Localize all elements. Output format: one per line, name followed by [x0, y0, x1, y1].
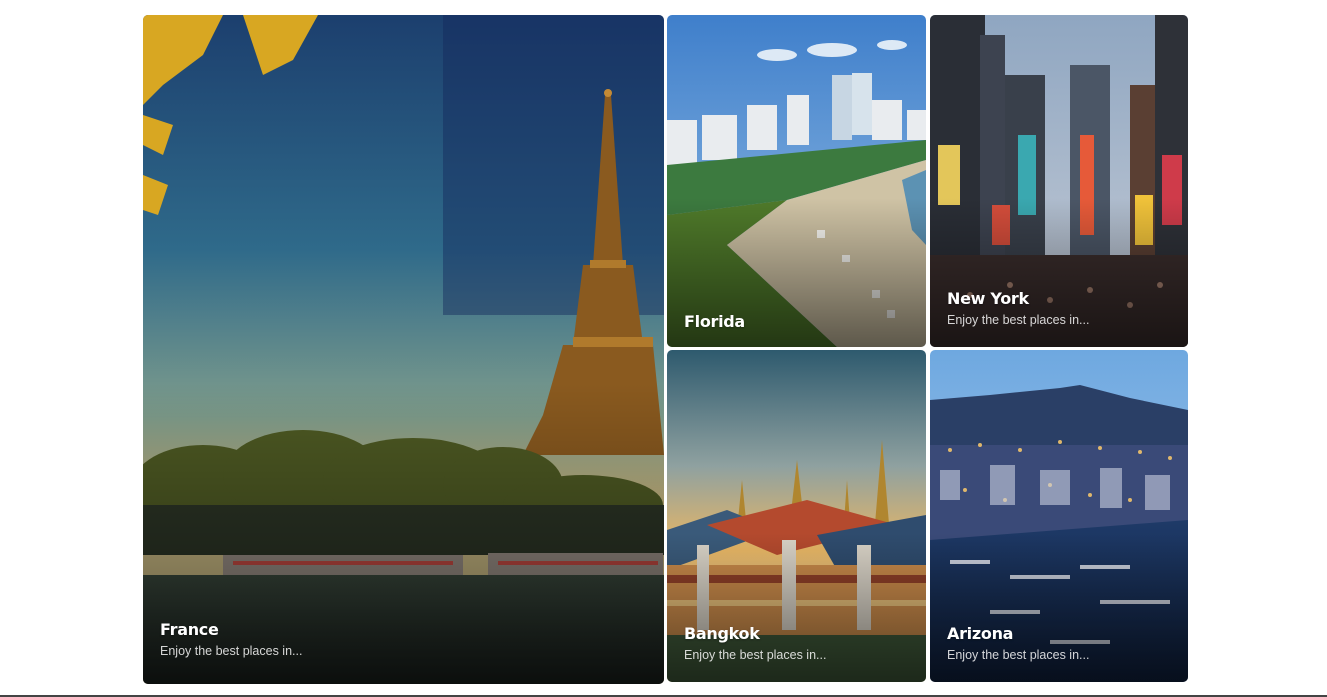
destination-title: Florida [684, 312, 745, 331]
destination-title: Bangkok [684, 624, 760, 643]
destination-card-florida[interactable]: Florida [667, 15, 926, 347]
card-caption: Bangkok Enjoy the best places in... [684, 624, 914, 662]
destination-subtitle: Enjoy the best places in... [684, 648, 827, 662]
destination-grid: France Enjoy the best places in... Flori… [0, 0, 1327, 697]
destination-title: France [160, 620, 219, 639]
card-caption: New York Enjoy the best places in... [947, 289, 1176, 327]
card-caption: France Enjoy the best places in... [160, 620, 652, 658]
destination-title: Arizona [947, 624, 1014, 643]
card-caption: Florida [684, 312, 914, 331]
destination-card-bangkok[interactable]: Bangkok Enjoy the best places in... [667, 350, 926, 682]
destination-card-newyork[interactable]: New York Enjoy the best places in... [930, 15, 1188, 347]
destination-card-france[interactable]: France Enjoy the best places in... [143, 15, 664, 684]
destination-subtitle: Enjoy the best places in... [160, 644, 303, 658]
destination-title: New York [947, 289, 1029, 308]
destination-subtitle: Enjoy the best places in... [947, 648, 1090, 662]
destination-card-arizona[interactable]: Arizona Enjoy the best places in... [930, 350, 1188, 682]
destination-subtitle: Enjoy the best places in... [947, 313, 1090, 327]
card-caption: Arizona Enjoy the best places in... [947, 624, 1176, 662]
